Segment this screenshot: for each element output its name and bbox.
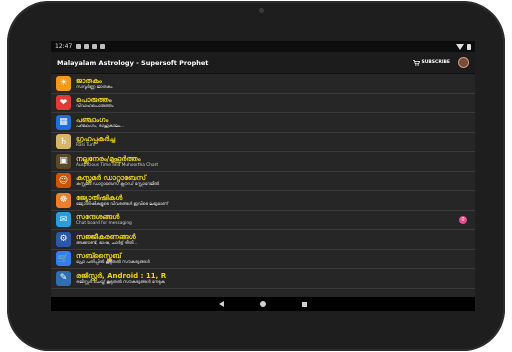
notification-icon — [92, 44, 98, 49]
hearts-icon: ❤ — [56, 95, 71, 111]
android-nav-bar — [51, 297, 475, 311]
back-icon[interactable] — [219, 301, 224, 307]
battery-icon — [467, 43, 471, 50]
unread-badge: 0 — [459, 215, 467, 224]
menu-item[interactable]: ✉ സന്ദേശങ്ങൾ Chat board for messaging 0 — [51, 211, 475, 230]
menu-item-text: സബ്സ്ക്രൈബ് പ്രോ പതിപ്പിൽ കൂടുതൽ സൗകര്യങ്… — [76, 252, 150, 265]
menu-item[interactable]: ☺ കസ്റ്റമർ ഡാറ്റാബേസ് കസ്റ്റമർ ഡാറ്റാബേസ് … — [51, 172, 475, 191]
menu-item[interactable]: 🛒 സബ്സ്ക്രൈബ് പ്രോ പതിപ്പിൽ കൂടുതൽ സൗകര്യങ… — [51, 250, 475, 269]
menu-item-subtitle: അക്കൗണ്ട്, ഭാഷ, ചാർട്ട് രീതി... — [76, 240, 138, 246]
muhoortham-icon: ▣ — [56, 153, 71, 169]
tablet-frame: 12:47 Malayalam Astrology - Supersoft Pr… — [7, 1, 505, 351]
app-title: Malayalam Astrology - Supersoft Prophet — [57, 58, 209, 67]
app-bar: Malayalam Astrology - Supersoft Prophet … — [51, 52, 475, 74]
menu-item-text: ജ്യോതിഷികൾ ജ്യോതിഷികളുടെ വിവരങ്ങൾ ഇവിടെ ല… — [76, 194, 168, 207]
menu-item-text: ജാതകം സമ്പൂർണ്ണ ജാതകം — [76, 77, 112, 90]
notification-icon — [84, 44, 90, 49]
subscribe-button[interactable]: SUBSCRIBE — [413, 60, 450, 66]
status-bar: 12:47 — [51, 41, 475, 52]
menu-item[interactable]: ✎ രജിസ്റ്റർ, Android : 11, R രജിസ്റ്റർ ചെയ… — [51, 269, 475, 289]
menu-item-text: ഗ്രഹപ്പകർച്ച Rasi Turn — [76, 135, 115, 148]
customer-database-icon: ☺ — [56, 173, 71, 189]
menu-item-title: ജ്യോതിഷികൾ — [76, 193, 123, 202]
astrologer-icon: ☸ — [56, 192, 71, 208]
menu-item[interactable]: ▦ പഞ്ചാംഗം പഞ്ചാംഗം, രാഹുകാലം... — [51, 113, 475, 133]
menu-list: ☀ ജാതകം സമ്പൂർണ്ണ ജാതകം ❤ പൊരുത്തം വിവാഹപൊരുത… — [51, 74, 475, 289]
menu-item-subtitle: കസ്റ്റമർ ഡാറ്റാബേസ് ക്ലൗഡ് സ്റ്റോറേജിൽ — [76, 182, 159, 188]
menu-item-subtitle: ജ്യോതിഷികളുടെ വിവരങ്ങൾ ഇവിടെ ലഭ്യമാണ് — [76, 201, 169, 207]
menu-item-text: പഞ്ചാംഗം പഞ്ചാംഗം, രാഹുകാലം... — [76, 116, 124, 129]
menu-item[interactable]: ▣ നല്ലനേരം/മുഹൂർത്തം Auspicious Time and M… — [51, 152, 475, 172]
app-screen: 12:47 Malayalam Astrology - Supersoft Pr… — [51, 41, 475, 311]
home-icon[interactable] — [260, 301, 266, 307]
menu-item-subtitle: Rasi Turn — [76, 143, 96, 149]
front-camera — [259, 8, 264, 13]
menu-item-subtitle: പ്രോ പതിപ്പിൽ കൂടുതൽ സൗകര്യങ്ങൾ — [76, 260, 150, 266]
wifi-icon — [456, 43, 464, 50]
menu-item-title: സജ്ജീകരണങ്ങൾ — [76, 232, 136, 241]
recent-apps-icon[interactable] — [302, 301, 307, 307]
subscribe-cart-icon: 🛒 — [56, 251, 71, 267]
menu-item[interactable]: ☀ ജാതകം സമ്പൂർണ്ണ ജാതകം — [51, 74, 475, 94]
menu-item-text: രജിസ്റ്റർ, Android : 11, R രജിസ്റ്റർ ചെയ്… — [76, 272, 166, 285]
cart-icon — [413, 60, 421, 66]
status-time: 12:47 — [55, 43, 73, 50]
chat-icon: ✉ — [56, 212, 71, 228]
calendar-icon: ▦ — [56, 114, 71, 130]
menu-item-subtitle: സമ്പൂർണ്ണ ജാതകം — [76, 84, 113, 90]
menu-item[interactable]: ♄ ഗ്രഹപ്പകർച്ച Rasi Turn — [51, 133, 475, 152]
menu-item-title: രജിസ്റ്റർ, Android : 11, R — [76, 271, 167, 280]
menu-item[interactable]: ❤ പൊരുത്തം വിവാഹപൊരുത്തം — [51, 94, 475, 113]
notification-icon — [76, 44, 82, 49]
menu-item-subtitle: രജിസ്റ്റർ ചെയ്ത് കൂടുതൽ സൗകര്യങ്ങൾ നേടുക — [76, 279, 165, 285]
menu-item-title: ജാതകം — [76, 76, 102, 85]
menu-item-text: സജ്ജീകരണങ്ങൾ അക്കൗണ്ട്, ഭാഷ, ചാർട്ട് രീതി… — [76, 233, 137, 246]
subscribe-label: SUBSCRIBE — [421, 60, 450, 65]
notification-icon — [100, 44, 106, 49]
settings-gear-icon: ⚙ — [56, 231, 71, 247]
menu-item-text: നല്ലനേരം/മുഹൂർത്തം Auspicious Time and Mu… — [76, 155, 158, 168]
register-icon: ✎ — [56, 270, 71, 286]
menu-item-subtitle: Auspicious Time and Muhoortha Chart — [76, 162, 159, 168]
sun-zodiac-icon: ☀ — [56, 75, 71, 91]
saturn-icon: ♄ — [56, 134, 71, 150]
menu-item-title: നല്ലനേരം/മുഹൂർത്തം — [76, 154, 141, 163]
menu-item-text: പൊരുത്തം വിവാഹപൊരുത്തം — [76, 96, 113, 109]
menu-item-subtitle: പഞ്ചാംഗം, രാഹുകാലം... — [76, 123, 125, 129]
menu-item-text: കസ്റ്റമർ ഡാറ്റാബേസ് കസ്റ്റമർ ഡാറ്റാബേസ് ക… — [76, 174, 159, 187]
menu-item[interactable]: ☸ ജ്യോതിഷികൾ ജ്യോതിഷികളുടെ വിവരങ്ങൾ ഇവിടെ … — [51, 191, 475, 211]
menu-item-title: പഞ്ചാംഗം — [76, 115, 109, 124]
profile-avatar[interactable] — [458, 57, 469, 68]
menu-item[interactable]: ⚙ സജ്ജീകരണങ്ങൾ അക്കൗണ്ട്, ഭാഷ, ചാർട്ട് രീത… — [51, 230, 475, 250]
menu-item-subtitle: വിവാഹപൊരുത്തം — [76, 104, 114, 110]
menu-item-subtitle: Chat board for messaging — [76, 221, 132, 227]
menu-item-text: സന്ദേശങ്ങൾ Chat board for messaging — [76, 213, 132, 226]
